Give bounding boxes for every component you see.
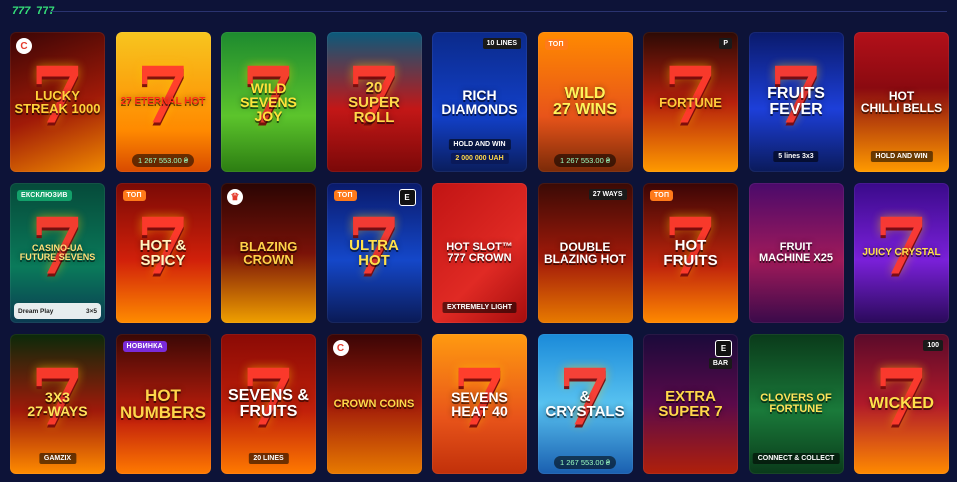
game-tile[interactable]: 7 Ultra Hot ТОП E xyxy=(326,183,422,323)
game-subline: 20 LINES xyxy=(248,453,289,464)
corner-label: P xyxy=(719,38,732,49)
provider-footer: Dream Play 3×5 xyxy=(14,303,101,319)
game-tile[interactable]: 7 3x3 27-Ways GAMZIX xyxy=(10,334,105,474)
game-tile[interactable]: 7 Juicy Crystal xyxy=(854,183,949,323)
game-title: 27 Eternal Hot xyxy=(120,96,206,107)
game-subline: GAMZIX xyxy=(38,453,77,464)
game-tile[interactable]: Extra Super 7 E BAR xyxy=(643,334,738,474)
game-subline: HOLD AND WIN xyxy=(870,151,933,162)
game-title: Fortune xyxy=(659,94,722,110)
provider-logo-icon: ♛ xyxy=(227,189,243,205)
game-tile[interactable]: 7 Hot & Spicy ТОП xyxy=(115,183,211,323)
game-title: Hot Slot™ 777 Crown xyxy=(446,241,513,264)
provider-box-icon: E xyxy=(398,189,416,206)
game-title: Hot & Spicy xyxy=(139,237,187,269)
game-tile[interactable]: 7 20 Super Roll xyxy=(326,32,422,172)
grid-size: 3×5 xyxy=(85,307,97,315)
game-tile[interactable]: Rich Diamonds 10 LINES HOLD AND WIN 2 000 0… xyxy=(432,32,527,172)
game-title: Hot Chilli Bells xyxy=(860,89,943,115)
jackpot-amount: 1 267 553.00 ₴ xyxy=(131,154,195,167)
provider-logo-icon: C xyxy=(16,38,32,54)
game-title: Rich Diamonds xyxy=(441,87,518,117)
game-subline: 5 lines 3x3 xyxy=(773,151,819,162)
game-title: Sevens Heat 40 xyxy=(451,389,508,419)
tile-badge: ТОП xyxy=(333,190,357,201)
game-tile[interactable]: Hot Chilli Bells HOLD AND WIN xyxy=(854,32,949,172)
game-tile[interactable]: Wild 27 Wins ТОП 1 267 553.00 ₴ xyxy=(537,32,633,172)
corner-label: 27 WAYS xyxy=(588,189,627,200)
game-tile[interactable]: 7 Fortune P xyxy=(643,32,738,172)
tile-badge: НОВИНКА xyxy=(122,341,167,352)
game-title: Sevens & Fruits xyxy=(228,387,309,420)
game-subline: HOLD AND WIN xyxy=(448,139,511,150)
corner-label: 10 LINES xyxy=(482,38,521,49)
provider-name: Dream Play xyxy=(18,307,54,315)
game-title: & Crystals xyxy=(545,388,625,420)
game-title: Fruit Machine x25 xyxy=(759,241,833,264)
game-title: Juicy Crystal xyxy=(862,247,941,258)
game-title: 3x3 27-Ways xyxy=(27,389,88,419)
game-subline: EXTREMELY LIGHT xyxy=(442,302,517,313)
game-title: Clovers of Fortune xyxy=(760,392,832,415)
game-title: Hot Numbers xyxy=(120,386,206,422)
jackpot-amount: 1 267 553.00 ₴ xyxy=(553,456,617,469)
game-title: Wild Sevens Joy xyxy=(240,80,297,124)
category-header: 777 777 xyxy=(0,0,957,22)
game-tile[interactable]: 7 Casino-UA Future Sevens ЕКСКЛЮЗИВ Dream P… xyxy=(10,183,105,323)
game-tile[interactable]: 7 Fruits Fever 5 lines 3x3 xyxy=(748,32,844,172)
game-title: Lucky Streak 1000 xyxy=(14,88,101,116)
game-title: Wicked xyxy=(869,395,934,412)
game-tile[interactable]: Hot Numbers НОВИНКА xyxy=(115,334,211,474)
game-title: Extra Super 7 xyxy=(658,388,723,420)
corner-label: BAR xyxy=(708,358,732,369)
tile-badge: ТОП xyxy=(650,190,674,201)
game-title: Casino-UA Future Sevens xyxy=(19,243,96,262)
game-title: Crown Coins xyxy=(333,397,415,410)
tile-badge: ТОП xyxy=(544,39,568,50)
game-title: Blazing Crown xyxy=(239,239,298,267)
game-title: Hot Fruits xyxy=(663,237,718,269)
game-tile[interactable]: 7 27 Eternal Hot 1 267 553.00 ₴ xyxy=(115,32,211,172)
game-title: Ultra Hot xyxy=(349,237,399,269)
jackpot-amount: 1 267 553.00 ₴ xyxy=(553,154,617,167)
game-subline-2: 2 000 000 UAH xyxy=(450,153,509,164)
game-tile[interactable]: 7 Wild Sevens Joy xyxy=(221,32,316,172)
game-grid: 7 Lucky Streak 1000 C 7 27 Eternal Hot 1 267 … xyxy=(10,32,949,474)
game-tile[interactable]: 7 Hot Fruits ТОП xyxy=(643,183,738,323)
provider-logo-icon: C xyxy=(332,340,349,356)
provider-box-icon: E xyxy=(715,340,732,357)
game-tile[interactable]: 7 & Crystals 1 267 553.00 ₴ xyxy=(537,334,633,474)
777-icon: 777 xyxy=(12,5,31,17)
game-tile[interactable]: Hot Slot™ 777 Crown EXTREMELY LIGHT xyxy=(432,183,527,323)
tile-badge: ЕКСКЛЮЗИВ xyxy=(17,190,72,201)
game-tile[interactable]: 7 Lucky Streak 1000 C xyxy=(10,32,105,172)
game-tile[interactable]: Crown Coins C xyxy=(326,334,422,474)
game-tile[interactable]: 7 Sevens Heat 40 xyxy=(432,334,527,474)
tile-badge: ТОП xyxy=(122,190,146,201)
game-tile[interactable]: Blazing Crown ♛ xyxy=(221,183,316,323)
game-tile[interactable]: 7 Wicked 100 xyxy=(854,334,949,474)
corner-label: 100 xyxy=(923,340,943,351)
game-title: Double Blazing Hot xyxy=(544,240,626,266)
game-tile[interactable]: Clovers of Fortune CONNECT & COLLECT xyxy=(748,334,844,474)
header-divider xyxy=(50,11,947,12)
game-title: Fruits Fever xyxy=(767,85,825,118)
game-tile[interactable]: Double Blazing Hot 27 WAYS xyxy=(537,183,633,323)
game-tile[interactable]: 7 Sevens & Fruits 20 LINES xyxy=(221,334,316,474)
game-tile[interactable]: Fruit Machine x25 xyxy=(748,183,844,323)
game-title: 20 Super Roll xyxy=(348,78,400,126)
game-subline: CONNECT & COLLECT xyxy=(752,453,840,464)
game-title: Wild 27 Wins xyxy=(552,85,617,118)
